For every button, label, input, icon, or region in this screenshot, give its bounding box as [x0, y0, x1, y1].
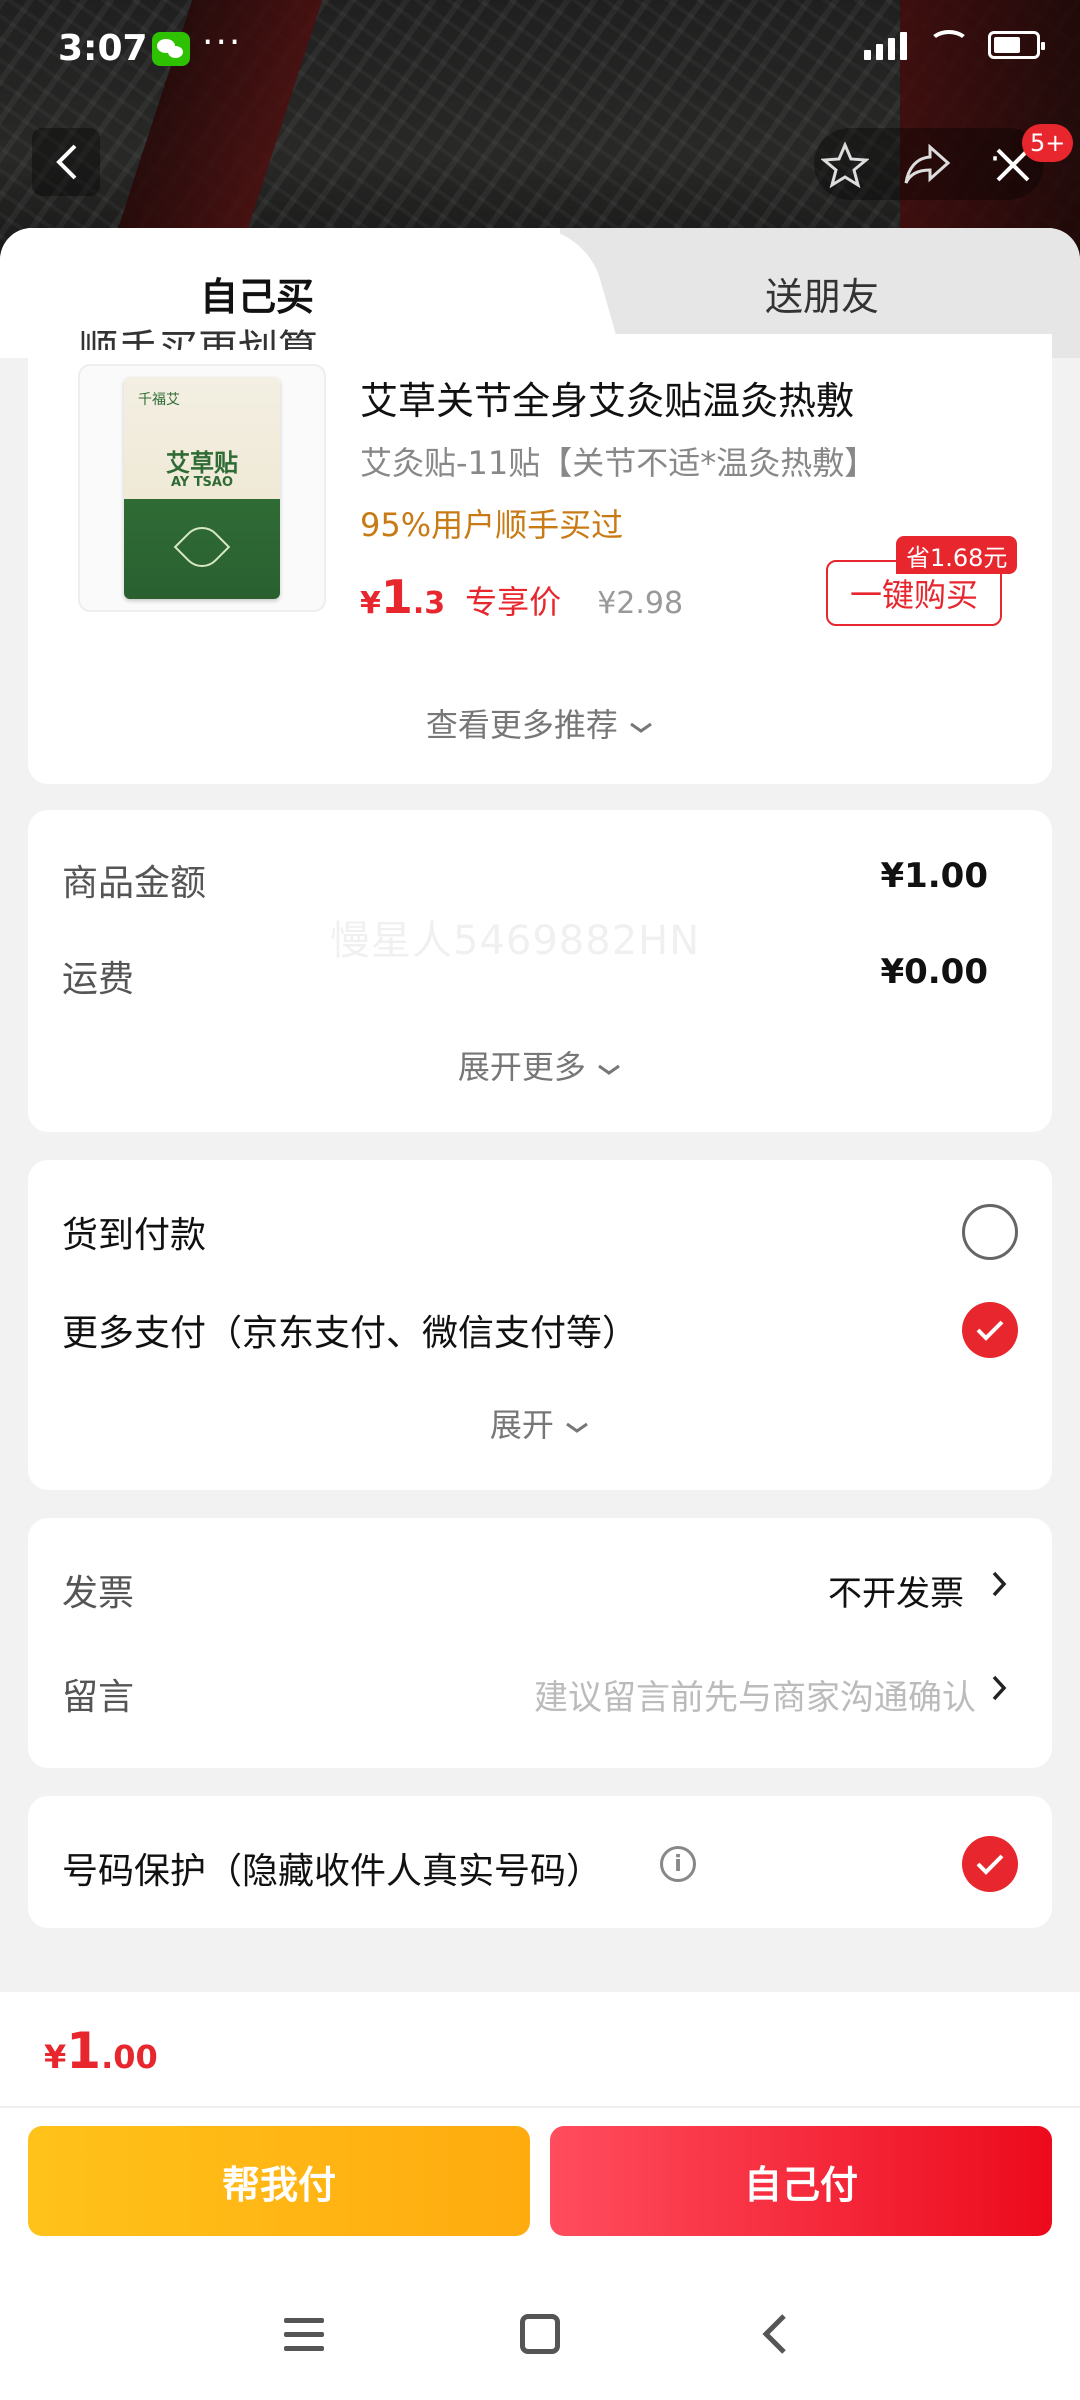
- home-icon[interactable]: [520, 2314, 560, 2354]
- favorite-button[interactable]: [818, 138, 872, 192]
- more-recommendations-link[interactable]: 查看更多推荐: [28, 700, 1052, 746]
- social-proof-text: 95%用户顺手买过: [360, 506, 624, 544]
- savings-badge: 省1.68元: [896, 536, 1018, 574]
- chevron-left-icon: [56, 144, 77, 180]
- shipping-fee-label: 运费: [62, 959, 135, 1000]
- recent-apps-icon[interactable]: [284, 2318, 324, 2352]
- expand-more-link[interactable]: 展开更多: [28, 1042, 1052, 1088]
- cash-on-delivery-label[interactable]: 货到付款: [62, 1206, 206, 1258]
- tab-self-buy[interactable]: 自己买: [200, 266, 314, 321]
- share-icon: [904, 143, 951, 184]
- expand-more-label: 展开更多: [457, 1048, 586, 1086]
- number-protection-card: 号码保护（隐藏收件人真实号码） i: [28, 1796, 1052, 1928]
- signal-icon: [864, 30, 910, 60]
- amount-card: 商品金额 ¥1.00 运费 ¥0.00 展开更多: [28, 810, 1052, 1132]
- chevron-down-icon: [598, 1064, 620, 1075]
- leaf-logo-icon: [173, 518, 231, 576]
- price-decimal: .3: [412, 586, 446, 621]
- price-integer: 1: [380, 570, 413, 624]
- status-more-dots: ···: [202, 22, 243, 63]
- system-navigation-bar: [0, 2262, 1080, 2400]
- message-count-badge: 5+: [1022, 124, 1074, 162]
- shipping-fee-value: ¥0.00: [880, 952, 988, 992]
- more-payment-label[interactable]: 更多支付（京东支付、微信支付等）: [62, 1304, 638, 1356]
- package-subtitle: AY TSAO: [170, 475, 234, 490]
- product-package-image: 千福艾 艾草贴 AY TSAO: [124, 377, 280, 599]
- more-recommendations-label: 查看更多推荐: [425, 706, 618, 744]
- original-price: ¥2.98: [597, 586, 684, 621]
- star-icon: [821, 141, 869, 189]
- chevron-down-icon: [566, 1422, 588, 1433]
- package-brand: 千福艾: [138, 392, 180, 408]
- status-time: 3:07: [58, 28, 148, 69]
- package-title: 艾草贴: [166, 449, 238, 477]
- invoice-chevron-right-icon[interactable]: [984, 1564, 1014, 1604]
- message-chevron-right-icon[interactable]: [984, 1668, 1014, 1708]
- pay-myself-button[interactable]: 自己付: [550, 2126, 1052, 2236]
- wechat-notification-icon: [152, 32, 190, 66]
- product-title[interactable]: 艾草关节全身艾灸贴温灸热敷: [360, 370, 854, 425]
- watermark-text: 慢星人5469882HN: [330, 918, 701, 964]
- invoice-label: 发票: [62, 1573, 135, 1614]
- total-price: ¥ 1 .00: [44, 2022, 158, 2080]
- system-back-icon[interactable]: [756, 2312, 796, 2356]
- divider: [0, 2106, 1080, 2108]
- payment-method-card: 货到付款 更多支付（京东支付、微信支付等） 展开: [28, 1160, 1052, 1490]
- cash-on-delivery-radio[interactable]: [962, 1204, 1018, 1260]
- status-indicators: [864, 30, 1045, 60]
- checkout-bottom-bar: ¥ 1 .00 帮我付 自己付: [0, 1992, 1080, 2400]
- checkmark-icon: [976, 1320, 1004, 1341]
- tab-gift-friend[interactable]: 送朋友: [765, 266, 879, 321]
- message-input[interactable]: 建议留言前先与商家沟通确认: [534, 1670, 976, 1719]
- product-price-row: ¥ 1 .3 专享价 ¥2.98: [360, 570, 683, 630]
- more-payment-radio[interactable]: [962, 1302, 1018, 1358]
- total-decimal: .00: [101, 2038, 158, 2076]
- expand-payment-label: 展开: [489, 1406, 554, 1444]
- number-protection-checkbox[interactable]: [962, 1836, 1018, 1892]
- checkout-sheet: 自己买 送朋友 顺手买更划算 千福艾 艾草贴 AY TSAO 艾草关节全身艾灸贴…: [0, 228, 1080, 2400]
- goods-amount-label: 商品金额: [62, 863, 207, 904]
- total-integer: 1: [66, 2022, 102, 2080]
- status-bar: 3:07 ···: [0, 0, 1080, 100]
- info-icon[interactable]: i: [660, 1846, 696, 1882]
- total-currency: ¥: [44, 2038, 67, 2076]
- expand-payment-link[interactable]: 展开: [28, 1400, 1052, 1446]
- message-label: 留言: [62, 1677, 135, 1718]
- share-button[interactable]: [900, 138, 954, 192]
- invoice-value[interactable]: 不开发票: [828, 1566, 964, 1615]
- invoice-message-card: 发票 不开发票 留言 建议留言前先与商家沟通确认: [28, 1518, 1052, 1768]
- number-protection-label: 号码保护（隐藏收件人真实号码）: [62, 1851, 603, 1892]
- chevron-down-icon: [630, 722, 652, 733]
- price-currency: ¥: [360, 586, 381, 621]
- recommendation-card: 顺手买更划算 千福艾 艾草贴 AY TSAO 艾草关节全身艾灸贴温灸热敷 艾灸贴…: [28, 327, 1052, 784]
- help-me-pay-button[interactable]: 帮我付: [28, 2126, 530, 2236]
- exclusive-price-tag: 专享价: [465, 583, 562, 621]
- product-spec: 艾灸贴-11贴【关节不适*温灸热敷】: [360, 444, 877, 482]
- wifi-icon: [928, 30, 970, 60]
- checkmark-icon: [976, 1854, 1004, 1875]
- back-button[interactable]: [32, 128, 100, 196]
- goods-amount-value: ¥1.00: [880, 856, 988, 896]
- battery-icon: [988, 31, 1045, 59]
- product-image[interactable]: 千福艾 艾草贴 AY TSAO: [78, 364, 326, 612]
